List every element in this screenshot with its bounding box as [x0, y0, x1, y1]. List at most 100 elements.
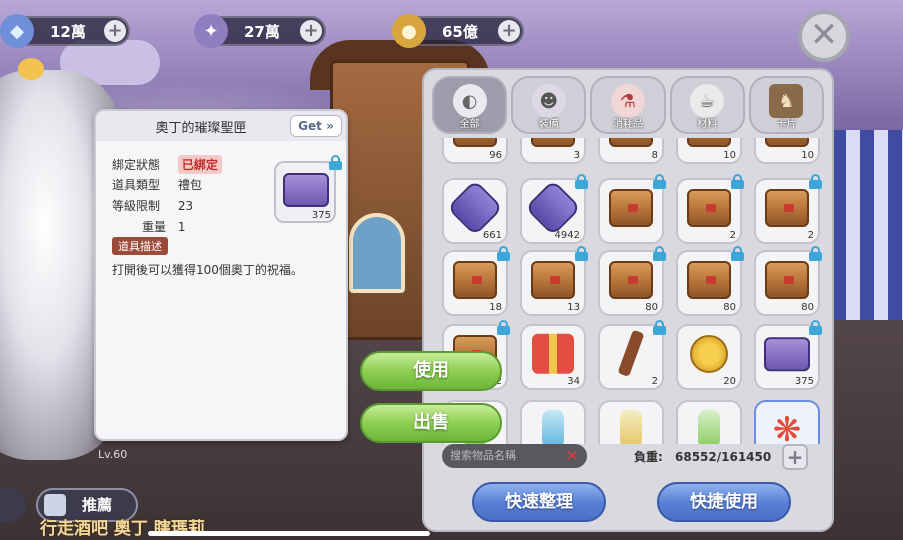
- inventory-slot[interactable]: 661: [442, 178, 508, 244]
- tab-equipment[interactable]: ☻ 裝備: [511, 76, 587, 134]
- purple-chest-icon: [283, 173, 329, 207]
- weight-row: 重量 1: [112, 218, 185, 235]
- tab-cards[interactable]: ♞ 卡片: [748, 76, 825, 134]
- add-feather-button[interactable]: +: [300, 20, 322, 42]
- bottle-yellow-icon: [620, 409, 642, 444]
- tab-consumables[interactable]: ⚗ 消耗品: [590, 76, 666, 134]
- inventory-slot[interactable]: 13: [520, 246, 588, 316]
- slot-quantity: 4942: [554, 230, 580, 241]
- inventory-slot[interactable]: 10: [676, 138, 742, 164]
- tab-materials[interactable]: ☕ 材料: [669, 76, 745, 134]
- all-icon: ◐: [452, 84, 487, 118]
- home-indicator[interactable]: [148, 531, 430, 536]
- tab-all[interactable]: ◐ 全部: [432, 76, 508, 134]
- inventory-slot[interactable]: 80: [676, 246, 744, 316]
- slot-quantity: 20: [723, 376, 736, 387]
- inventory-slot[interactable]: 2: [754, 174, 822, 244]
- lock-icon: [653, 246, 666, 261]
- clear-icon[interactable]: ✕: [566, 444, 579, 468]
- search-placeholder: 搜索物品名稱: [450, 449, 516, 462]
- partial-top-icon: [765, 138, 809, 147]
- tab-label: 全部: [459, 119, 480, 130]
- use-button[interactable]: 使用: [360, 351, 502, 391]
- item-title: 奧丁的璀璨聖匣: [155, 121, 247, 136]
- pet-icon: [18, 58, 44, 80]
- weight-value: 68552/161450: [675, 450, 772, 464]
- detail-header: 奧丁的璀璨聖匣 Get »: [96, 111, 346, 141]
- inventory-slot[interactable]: [520, 400, 586, 444]
- lock-icon: [653, 174, 666, 189]
- currency-coin: ● 65億 +: [392, 14, 524, 48]
- inventory-slot[interactable]: 80: [754, 246, 822, 316]
- tab-label: 卡片: [776, 119, 797, 130]
- slot-quantity: 3: [573, 150, 580, 161]
- inventory-slot[interactable]: ❋: [754, 400, 820, 444]
- bind-status-row: 綁定狀態 已綁定: [112, 155, 222, 174]
- inventory-slot[interactable]: [598, 174, 666, 244]
- bottle-green-icon: [698, 409, 720, 444]
- slot-quantity: 13: [567, 302, 580, 313]
- item-type-value: 禮包: [177, 178, 202, 192]
- inventory-slot[interactable]: 20: [676, 324, 742, 390]
- weight-row-value: 1: [177, 220, 186, 234]
- lock-icon: [575, 174, 588, 189]
- tab-label: 消耗品: [613, 119, 643, 130]
- inventory-slot[interactable]: 10: [754, 138, 820, 164]
- currency-diamond: ◆ 12萬 +: [0, 14, 130, 48]
- lock-icon: [809, 174, 822, 189]
- slot-quantity: 18: [489, 302, 502, 313]
- description-label: 道具描述: [112, 237, 168, 255]
- inventory-slot[interactable]: 80: [598, 246, 666, 316]
- slot-quantity: 80: [723, 302, 736, 313]
- inventory-slot[interactable]: [676, 400, 742, 444]
- quick-use-button[interactable]: 快捷使用: [657, 482, 791, 522]
- slot-quantity: 2: [651, 376, 658, 387]
- add-coin-button[interactable]: +: [498, 20, 520, 42]
- lock-icon: [653, 320, 666, 335]
- lock-icon: [731, 174, 744, 189]
- inventory-slot[interactable]: [598, 400, 664, 444]
- chest-icon: [765, 260, 809, 299]
- inventory-slot[interactable]: 375: [754, 320, 822, 390]
- close-button[interactable]: ✕: [798, 10, 850, 62]
- currency-value: 27萬: [244, 22, 280, 41]
- item-type-row: 道具類型 禮包: [112, 176, 202, 193]
- purple-chest-icon: [764, 337, 810, 372]
- expand-weight-button[interactable]: +: [782, 444, 808, 470]
- inventory-slot[interactable]: 3: [520, 138, 586, 164]
- partial-top-icon: [531, 138, 575, 147]
- inventory-slot[interactable]: 4942: [520, 174, 588, 244]
- chest-icon: [609, 260, 653, 299]
- partial-top-icon: [609, 138, 653, 147]
- inventory-slot[interactable]: 34: [520, 324, 586, 390]
- material-icon: ☕: [690, 84, 725, 118]
- inventory-slot[interactable]: 2: [598, 320, 666, 390]
- chest-icon: [687, 188, 731, 227]
- chest-icon: [687, 260, 731, 299]
- slot-quantity: 80: [801, 302, 814, 313]
- inventory-slot[interactable]: 96: [442, 138, 508, 164]
- potion-icon: ⚗: [611, 84, 645, 118]
- inventory-slot[interactable]: 2: [676, 174, 744, 244]
- inventory-slot[interactable]: 18: [442, 246, 510, 316]
- slot-quantity: 2: [729, 230, 736, 241]
- level-limit-value: 23: [177, 199, 194, 213]
- tab-label: 材料: [697, 119, 718, 130]
- bind-status-label: 綁定狀態: [112, 158, 161, 172]
- lock-icon: [809, 246, 822, 261]
- inventory-slot[interactable]: 8: [598, 138, 664, 164]
- search-input[interactable]: 搜索物品名稱 ✕: [442, 444, 587, 468]
- slot-quantity: 34: [567, 376, 580, 387]
- chest-icon: [765, 188, 809, 227]
- slot-quantity: 661: [482, 230, 502, 241]
- recommend-label: 推薦: [82, 496, 113, 514]
- slot-quantity: 375: [794, 376, 814, 387]
- slot-quantity: 10: [801, 150, 814, 161]
- currency-feather: ✦ 27萬 +: [194, 14, 326, 48]
- get-button[interactable]: Get »: [290, 115, 342, 137]
- sell-button[interactable]: 出售: [360, 403, 502, 443]
- currency-value: 65億: [442, 22, 478, 41]
- lock-icon: [809, 320, 822, 335]
- add-diamond-button[interactable]: +: [104, 20, 126, 42]
- quick-sort-button[interactable]: 快速整理: [472, 482, 606, 522]
